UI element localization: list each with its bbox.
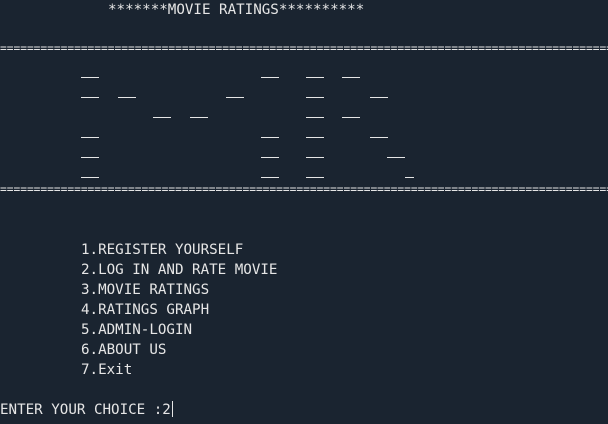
ascii-dash xyxy=(261,157,279,158)
ascii-dash xyxy=(306,97,324,98)
ascii-dash xyxy=(306,177,324,178)
ascii-dash xyxy=(81,97,99,98)
menu-item-admin-login: 5.ADMIN-LOGIN xyxy=(81,322,193,338)
choice-input-value[interactable]: 2 xyxy=(162,402,171,418)
menu-item-exit: 7.Exit xyxy=(81,362,133,378)
menu-item-ratings-graph: 4.RATINGS GRAPH xyxy=(81,302,210,318)
ascii-dash xyxy=(387,157,405,158)
ascii-dash xyxy=(342,77,360,78)
menu-item-login-rate: 2.LOG IN AND RATE MOVIE xyxy=(81,262,278,278)
menu-item-about-us: 6.ABOUT US xyxy=(81,342,167,358)
text-cursor xyxy=(171,401,173,417)
ascii-dash xyxy=(405,177,414,178)
ascii-dash xyxy=(81,157,99,158)
ascii-dash xyxy=(261,77,279,78)
ascii-dash xyxy=(261,137,279,138)
ascii-dash xyxy=(153,117,171,118)
ascii-dash xyxy=(261,177,279,178)
ascii-dash xyxy=(190,117,208,118)
ascii-dash xyxy=(81,77,99,78)
ascii-dash xyxy=(118,97,136,98)
banner-title: *******MOVIE RATINGS********** xyxy=(108,2,365,18)
ascii-dash xyxy=(306,117,324,118)
ascii-dash xyxy=(370,97,388,98)
ascii-dash xyxy=(306,157,324,158)
ascii-dash xyxy=(370,137,388,138)
console-window: *******MOVIE RATINGS********** =========… xyxy=(0,0,608,424)
ascii-dash xyxy=(306,77,324,78)
menu-item-register: 1.REGISTER YOURSELF xyxy=(81,242,244,258)
ascii-dash xyxy=(226,97,244,98)
menu-item-movie-ratings: 3.MOVIE RATINGS xyxy=(81,282,210,298)
choice-prompt-label: ENTER YOUR CHOICE : xyxy=(0,402,163,418)
ascii-dash xyxy=(306,137,324,138)
ascii-dash xyxy=(81,137,99,138)
choice-prompt-line[interactable]: ENTER YOUR CHOICE :2 xyxy=(0,400,173,420)
ascii-dash xyxy=(81,177,99,178)
separator-top: ========================================… xyxy=(0,42,608,55)
ascii-dash xyxy=(342,117,360,118)
separator-bottom: ========================================… xyxy=(0,183,608,196)
